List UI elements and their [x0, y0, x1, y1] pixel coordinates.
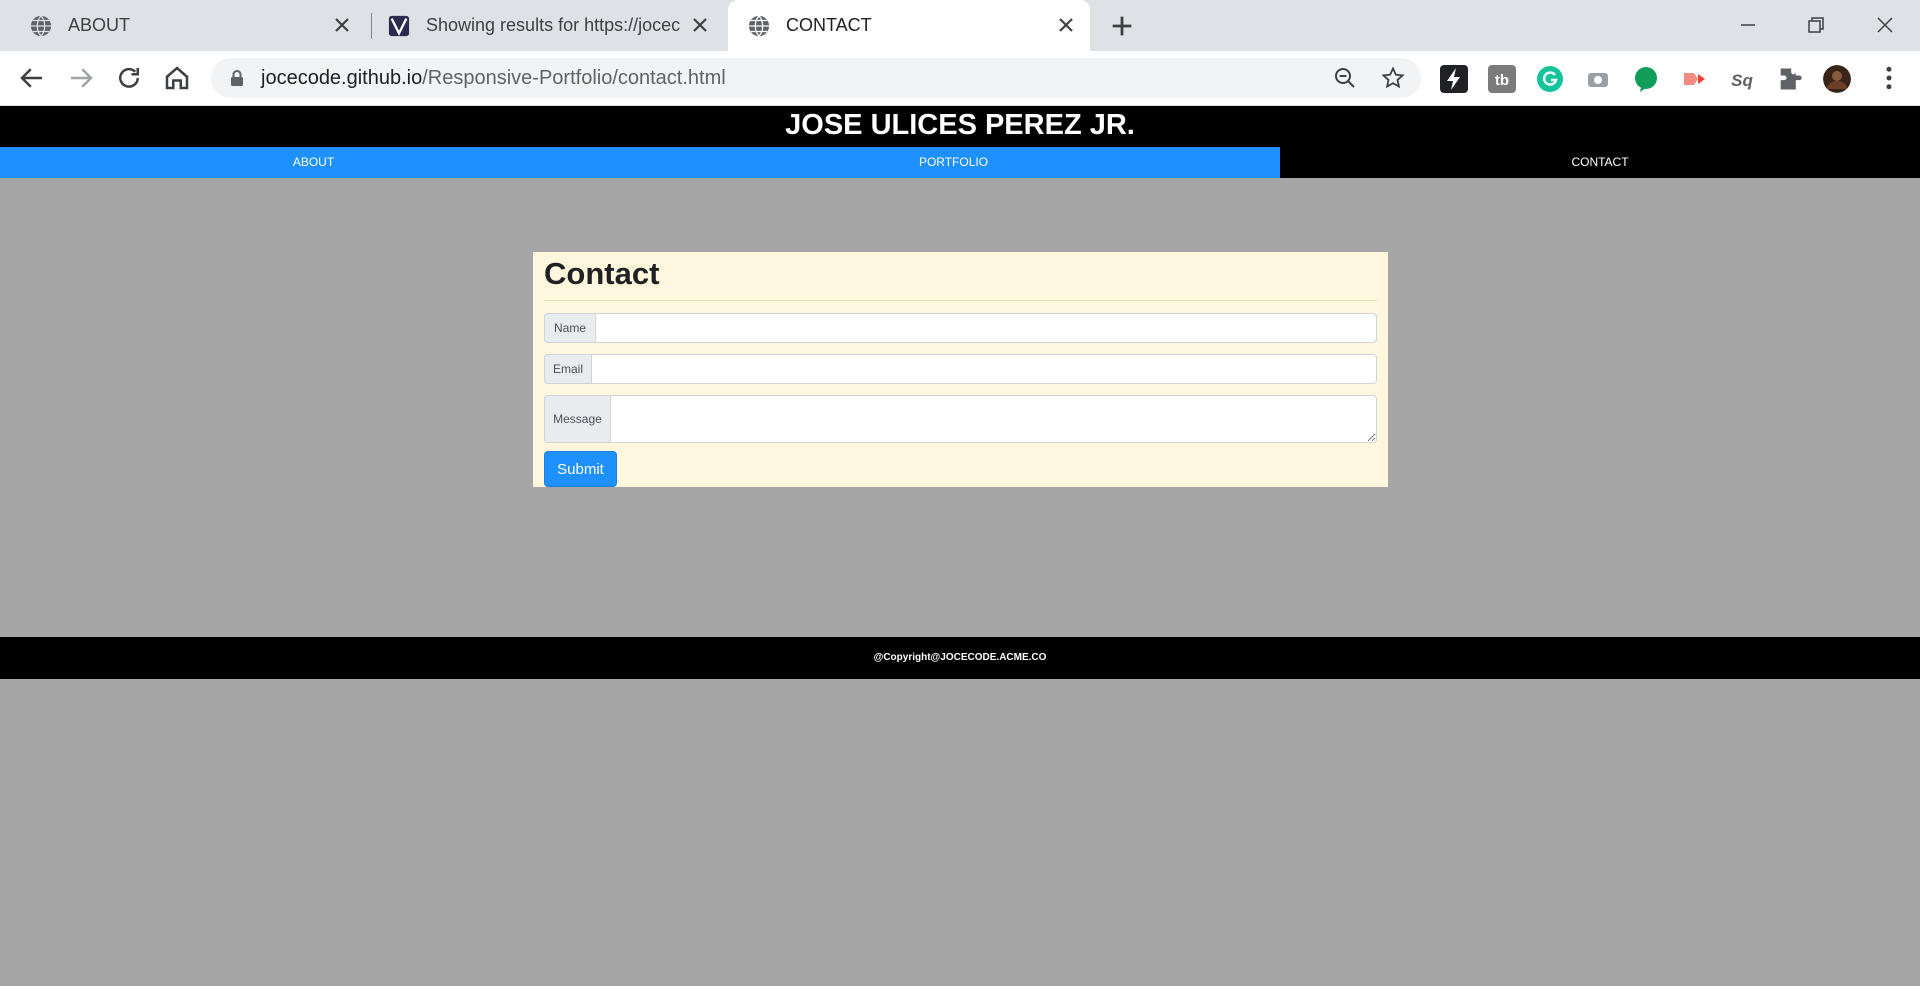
menu-dots-icon[interactable]: [1874, 63, 1904, 93]
extensions-puzzle-icon[interactable]: [1776, 65, 1804, 93]
nav-portfolio-link[interactable]: PORTFOLIO: [627, 147, 1280, 178]
globe-icon: [748, 14, 770, 37]
home-icon[interactable]: [162, 63, 192, 93]
globe-icon: [30, 14, 52, 37]
name-input-group: Name: [544, 313, 1377, 343]
contact-card: Contact Name Email Message Submit: [533, 252, 1388, 487]
name-input[interactable]: [595, 313, 1377, 343]
forward-arrow-icon[interactable]: [66, 63, 96, 93]
url-host: jocecode.github.io: [261, 67, 423, 89]
browser-tab-about[interactable]: ABOUT: [10, 0, 366, 51]
tab-title: CONTACT: [786, 15, 872, 35]
lock-icon[interactable]: [229, 69, 245, 87]
nu-validator-icon: [388, 15, 410, 36]
email-input-group: Email: [544, 354, 1377, 384]
browser-tab-contact[interactable]: CONTACT: [728, 0, 1090, 51]
nav-about-link[interactable]: ABOUT: [0, 147, 627, 178]
name-label: Name: [544, 313, 595, 343]
extension-play-icon[interactable]: [1680, 65, 1708, 93]
close-tab-icon[interactable]: [688, 13, 712, 37]
nav-contact-link[interactable]: CONTACT: [1280, 147, 1920, 178]
email-input[interactable]: [591, 354, 1377, 384]
tab-title: Showing results for https://jocec: [426, 15, 681, 35]
tab-title: ABOUT: [68, 15, 131, 35]
restore-icon[interactable]: [1801, 10, 1831, 40]
browser-toolbar: jocecode.github.io/Responsive-Portfolio/…: [0, 51, 1920, 106]
tab-separator: [371, 13, 372, 39]
extension-lightning-icon[interactable]: [1440, 65, 1468, 93]
extension-camera-icon[interactable]: [1584, 65, 1612, 93]
browser-tab-search-results[interactable]: Showing results for https://jocec: [374, 0, 724, 51]
address-bar[interactable]: jocecode.github.io/Responsive-Portfolio/…: [211, 58, 1421, 98]
url-text: jocecode.github.io/Responsive-Portfolio/…: [261, 67, 726, 90]
close-tab-icon[interactable]: [330, 13, 354, 37]
message-label: Message: [544, 395, 610, 443]
new-tab-plus-icon[interactable]: [1108, 12, 1136, 40]
svg-text:Sq: Sq: [1731, 71, 1753, 90]
extension-tb-icon[interactable]: tb: [1488, 65, 1516, 93]
svg-text:tb: tb: [1495, 72, 1509, 89]
reload-icon[interactable]: [114, 63, 144, 93]
bookmark-star-icon[interactable]: [1381, 66, 1405, 90]
grammarly-icon[interactable]: [1536, 65, 1564, 93]
profile-avatar[interactable]: [1823, 65, 1851, 93]
email-label: Email: [544, 354, 591, 384]
submit-button[interactable]: Submit: [544, 451, 617, 487]
contact-heading: Contact: [544, 256, 660, 291]
heading-divider: [544, 300, 1377, 301]
site-nav: ABOUT PORTFOLIO CONTACT: [0, 147, 1920, 178]
minimize-icon[interactable]: [1733, 10, 1763, 40]
message-textarea[interactable]: [610, 395, 1377, 443]
site-footer: @Copyright@JOCECODE.ACME.CO: [0, 637, 1920, 679]
window-close-icon[interactable]: [1870, 10, 1900, 40]
zoom-out-icon[interactable]: [1333, 66, 1357, 90]
back-arrow-icon[interactable]: [17, 63, 47, 93]
url-path: /Responsive-Portfolio/contact.html: [422, 67, 726, 89]
site-title: JOSE ULICES PEREZ JR.: [0, 106, 1920, 147]
browser-tab-strip: ABOUT Showing results for https://jocec …: [0, 0, 1920, 51]
extension-chat-icon[interactable]: [1632, 65, 1660, 93]
message-input-group: Message: [544, 395, 1377, 443]
close-tab-icon[interactable]: [1054, 13, 1078, 37]
extension-sq-icon[interactable]: Sq: [1728, 65, 1756, 93]
